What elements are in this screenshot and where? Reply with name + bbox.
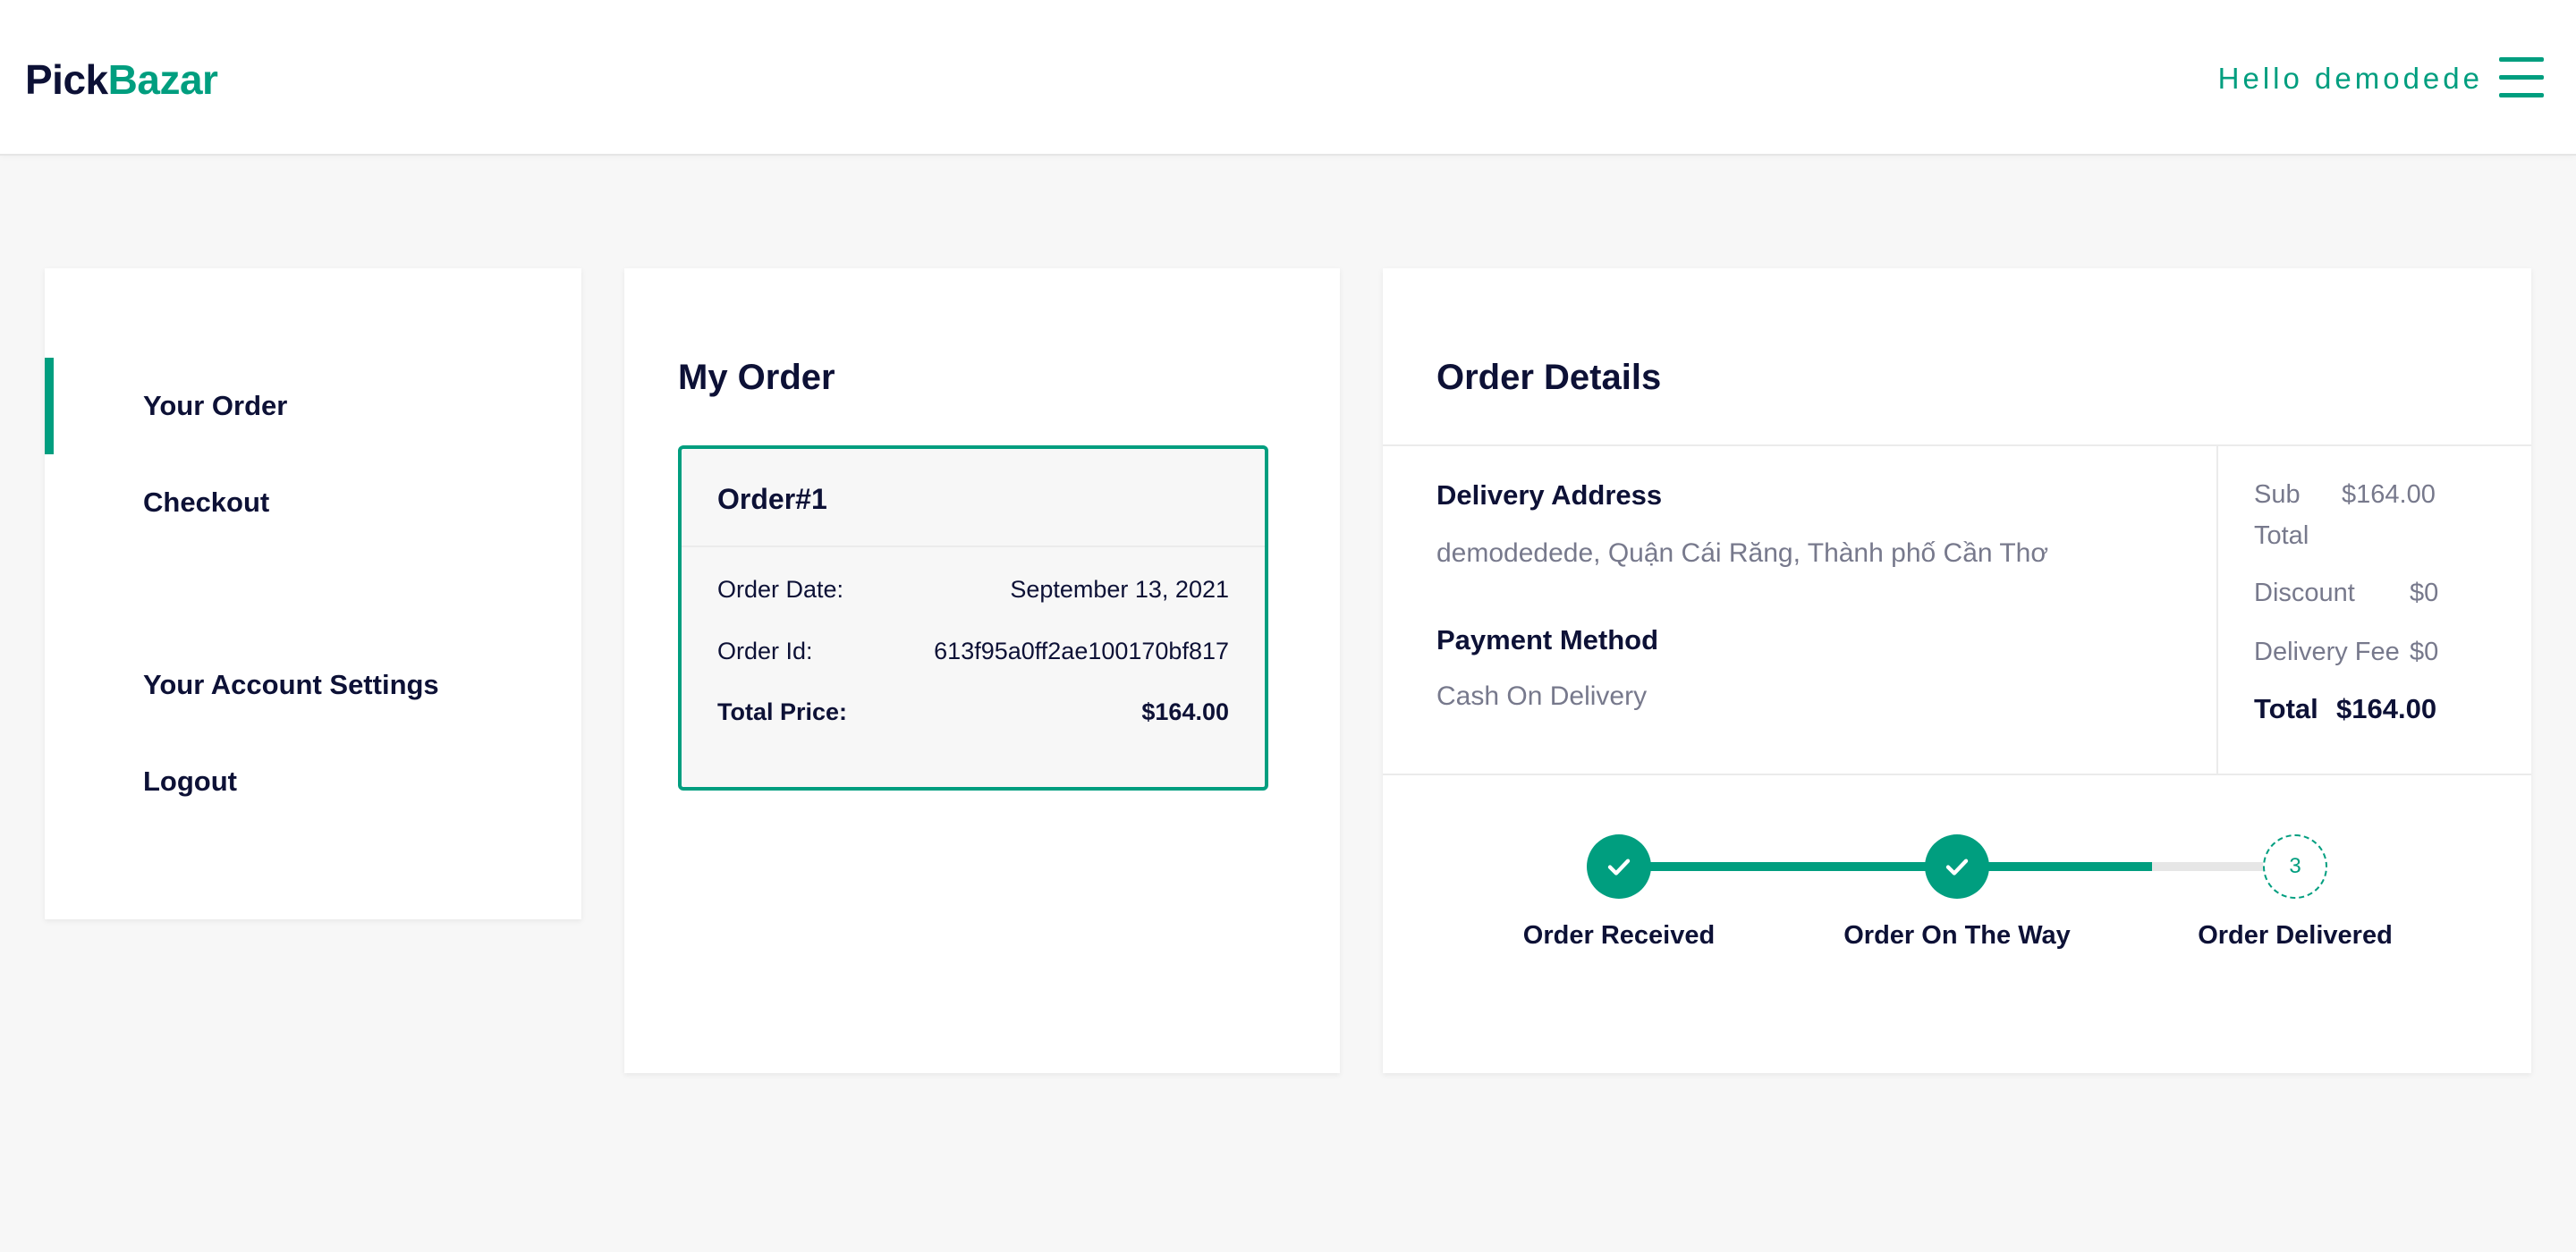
pickbazar-logo[interactable]: PickBazar <box>25 52 218 107</box>
order-id-value: 613f95a0ff2ae100170bf817 <box>934 638 1229 664</box>
active-indicator <box>45 358 54 454</box>
order-card[interactable]: Order#1 Order Date: September 13, 2021 O… <box>678 445 1268 791</box>
order-id-row: Order Id: 613f95a0ff2ae100170bf817 <box>717 638 1229 665</box>
order-total-label: Total Price: <box>717 698 848 725</box>
total-value: $164.00 <box>2336 693 2437 724</box>
logo-text-pick: Pick <box>25 56 108 103</box>
progress-track-fill <box>1619 862 2152 871</box>
discount-value: $0 <box>2410 579 2439 607</box>
my-order-title: My Order <box>678 358 835 397</box>
step-label-delivered: Order Delivered <box>2198 921 2393 950</box>
top-header: PickBazar Hello demodede <box>0 0 2576 156</box>
payment-method-value: Cash On Delivery <box>1436 681 1648 711</box>
subtotal-value: $164.00 <box>2342 480 2436 509</box>
subtotal-label-line1: Sub <box>2254 480 2301 509</box>
step-label-on-the-way: Order On The Way <box>1843 921 2071 950</box>
step-on-the-way-circle <box>1925 834 1989 899</box>
divider <box>2216 445 2218 774</box>
delivery-address-label: Delivery Address <box>1436 479 1663 511</box>
order-details-title: Order Details <box>1436 358 1662 397</box>
payment-method-label: Payment Method <box>1436 624 1659 656</box>
divider <box>1383 444 2531 446</box>
order-total-value: $164.00 <box>1141 698 1229 725</box>
sidebar-item-your-order[interactable]: Your Order <box>143 390 287 422</box>
delivery-fee-value: $0 <box>2410 638 2439 666</box>
step-label-received: Order Received <box>1522 921 1716 950</box>
order-date-row: Order Date: September 13, 2021 <box>717 576 1229 604</box>
step-received-circle <box>1587 834 1651 899</box>
order-details-panel: Order Details Delivery Address demodeded… <box>1383 268 2531 1073</box>
discount-label: Discount <box>2254 579 2355 607</box>
hamburger-menu-icon[interactable] <box>2499 57 2544 97</box>
divider <box>1383 774 2531 775</box>
sidebar-item-account-settings[interactable]: Your Account Settings <box>143 669 439 701</box>
logo-text-bazar: Bazar <box>107 56 218 103</box>
order-card-header: Order#1 <box>682 449 1265 547</box>
order-total-row: Total Price: $164.00 <box>717 698 1229 726</box>
user-greeting: Hello demodede <box>2217 62 2483 95</box>
sidebar-item-checkout[interactable]: Checkout <box>143 486 269 519</box>
check-icon <box>1945 859 1969 876</box>
order-number: Order#1 <box>717 483 827 515</box>
step-delivered-circle: 3 <box>2263 834 2327 899</box>
order-date-value: September 13, 2021 <box>1010 576 1229 603</box>
sidebar-item-logout[interactable]: Logout <box>143 766 237 798</box>
total-label: Total <box>2254 693 2318 724</box>
order-id-label: Order Id: <box>717 638 813 664</box>
subtotal-label: Sub Total <box>2254 474 2309 556</box>
my-order-panel: My Order Order#1 Order Date: September 1… <box>624 268 1340 1073</box>
account-sidebar: Your Order Checkout Your Account Setting… <box>45 268 581 919</box>
subtotal-label-line2: Total <box>2254 521 2309 550</box>
delivery-address-value: demodedede, Quận Cái Răng, Thành phố Cần… <box>1436 538 2049 568</box>
check-icon <box>1607 859 1631 876</box>
order-date-label: Order Date: <box>717 576 844 603</box>
delivery-fee-label: Delivery Fee <box>2254 638 2400 666</box>
